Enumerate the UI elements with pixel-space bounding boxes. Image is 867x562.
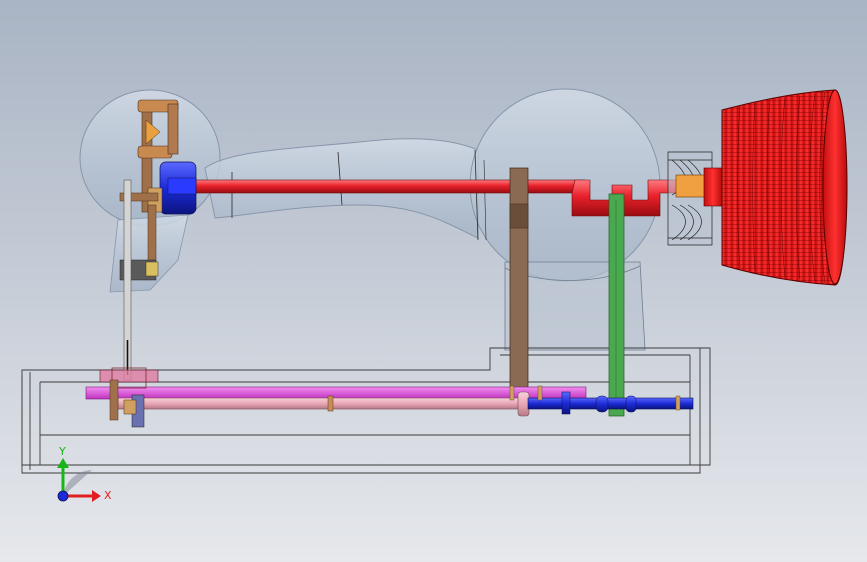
lower-blue-shaft [527,397,694,410]
upper-arm-housing[interactable] [79,88,661,351]
bronze-ring [675,395,681,411]
lower-shaft-assembly[interactable] [85,367,694,428]
wheel-face [822,89,848,285]
sewing-machine-assembly: Y X [21,88,848,502]
shaft-end [517,391,530,417]
blue-collar [595,395,609,413]
shaft-collar [327,395,334,412]
drive-block[interactable] [159,161,197,215]
cad-viewport[interactable]: Y X [0,0,867,562]
blue-collar [561,391,571,415]
bronze-ring [537,385,543,401]
coordinate-triad: Y X [57,445,112,502]
needle-bar[interactable] [123,179,132,381]
handwheel[interactable] [667,89,848,286]
timing-belt[interactable] [608,193,625,417]
x-axis-label: X [104,489,112,502]
bronze-ring [509,385,515,401]
wheel-hub [675,174,709,198]
blue-collar [625,395,637,413]
lower-pink-shaft [117,397,527,410]
vertical-connecting-rod[interactable] [509,167,529,394]
y-axis-label: Y [58,445,66,458]
wheel-hub-collar [703,167,723,207]
